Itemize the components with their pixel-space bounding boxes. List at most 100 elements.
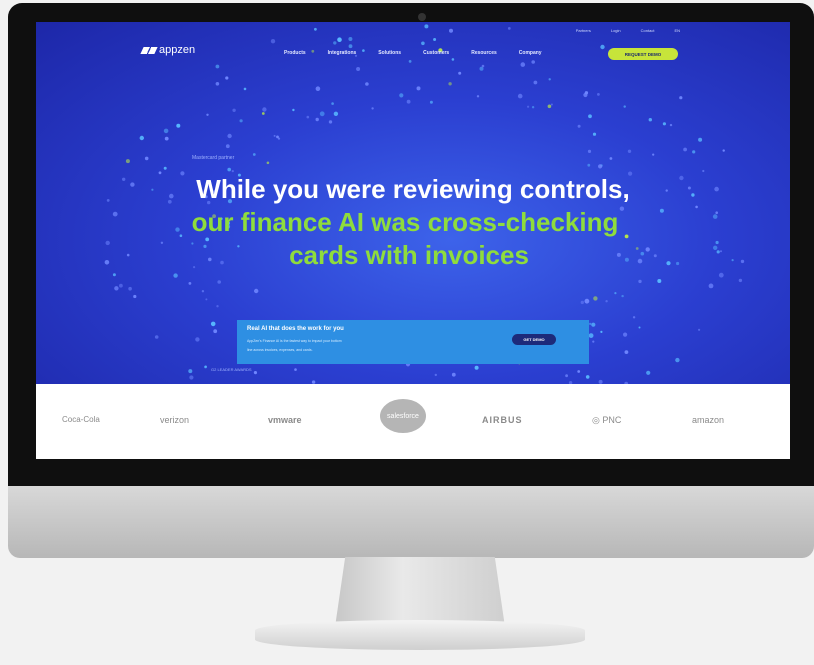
nav-integrations[interactable]: Integrations bbox=[328, 50, 357, 56]
pattern-dot bbox=[356, 67, 361, 71]
monitor-stand-base bbox=[255, 620, 585, 650]
camera-dot bbox=[418, 13, 426, 21]
pattern-dot bbox=[605, 300, 608, 303]
nav-customers[interactable]: Customers bbox=[423, 50, 449, 56]
logo-salesforce: salesforce bbox=[380, 399, 426, 433]
pattern-dot bbox=[632, 316, 636, 319]
hero-headline-line-1: While you were reviewing controls, bbox=[196, 174, 630, 204]
logo-verizon: verizon bbox=[160, 415, 190, 425]
logo-pnc: ◎ PNC bbox=[592, 415, 622, 425]
request-demo-button[interactable]: REQUEST DEMO bbox=[608, 48, 678, 60]
pattern-dot bbox=[261, 112, 265, 115]
pattern-dot bbox=[638, 279, 642, 284]
pattern-dot bbox=[718, 272, 724, 278]
pattern-dot bbox=[139, 135, 144, 141]
pattern-dot bbox=[232, 108, 236, 113]
pattern-dot bbox=[188, 369, 193, 374]
pattern-dot bbox=[587, 149, 592, 153]
pattern-dot bbox=[144, 156, 149, 161]
pattern-dot bbox=[424, 24, 429, 29]
appzen-logo[interactable]: appzen bbox=[140, 44, 195, 56]
top-nav-contact[interactable]: Contact bbox=[641, 28, 655, 33]
top-nav-login[interactable]: Login bbox=[611, 28, 621, 33]
pattern-dot bbox=[708, 283, 714, 289]
pattern-dot bbox=[227, 167, 231, 172]
logo-coca-cola: Coca-Cola bbox=[62, 415, 100, 424]
pattern-dot bbox=[577, 370, 581, 373]
pattern-dot bbox=[217, 280, 221, 284]
pattern-dot bbox=[164, 136, 169, 141]
pattern-dot bbox=[306, 115, 310, 119]
pattern-dot bbox=[213, 329, 218, 334]
pattern-dot bbox=[133, 294, 137, 299]
pattern-dot bbox=[476, 95, 480, 98]
nav-company[interactable]: Company bbox=[519, 50, 542, 56]
pattern-dot bbox=[692, 150, 696, 154]
pattern-dot bbox=[623, 105, 626, 108]
pattern-dot bbox=[201, 290, 205, 293]
pattern-dot bbox=[589, 322, 592, 325]
pattern-dot bbox=[125, 159, 130, 164]
nav-products[interactable]: Products bbox=[284, 50, 306, 56]
pattern-dot bbox=[189, 375, 194, 380]
hero-eyebrow: Mastercard partner bbox=[192, 155, 235, 161]
pattern-dot bbox=[451, 372, 456, 377]
pattern-dot bbox=[479, 66, 484, 71]
monitor-stand-neck bbox=[335, 557, 505, 627]
pattern-dot bbox=[371, 107, 374, 110]
pattern-dot bbox=[173, 273, 178, 278]
pattern-dot bbox=[319, 111, 325, 117]
pattern-dot bbox=[292, 108, 295, 112]
pattern-dot bbox=[227, 133, 232, 139]
appzen-logo-icon bbox=[140, 46, 158, 54]
get-demo-button[interactable]: GET DEMO bbox=[512, 334, 556, 345]
pattern-dot bbox=[416, 86, 421, 91]
logo-amazon: amazon bbox=[692, 415, 725, 425]
pattern-dot bbox=[270, 39, 276, 44]
pattern-dot bbox=[406, 99, 411, 104]
pattern-dot bbox=[584, 91, 589, 95]
pattern-dot bbox=[176, 123, 181, 128]
logo-vmware: vmware bbox=[268, 415, 302, 425]
pattern-dot bbox=[154, 335, 159, 339]
pattern-dot bbox=[163, 128, 169, 134]
banner-title: Real AI that does the work for you bbox=[247, 326, 344, 332]
pattern-dot bbox=[638, 326, 641, 329]
top-nav-language[interactable]: EN bbox=[674, 28, 680, 33]
pattern-dot bbox=[195, 337, 200, 342]
pattern-dot bbox=[273, 134, 276, 137]
pattern-dot bbox=[215, 82, 220, 86]
pattern-dot bbox=[365, 82, 369, 86]
pattern-dot bbox=[337, 37, 342, 42]
nav-solutions[interactable]: Solutions bbox=[378, 50, 401, 56]
pattern-dot bbox=[112, 273, 116, 277]
pattern-dot bbox=[429, 100, 433, 104]
pattern-dot bbox=[698, 137, 703, 142]
pattern-dot bbox=[331, 102, 334, 105]
top-nav-partners[interactable]: Partners bbox=[576, 28, 591, 33]
pattern-dot bbox=[597, 93, 600, 96]
pattern-dot bbox=[592, 132, 597, 136]
pattern-dot bbox=[114, 286, 119, 291]
pattern-dot bbox=[679, 96, 683, 100]
pattern-dot bbox=[648, 118, 652, 122]
pattern-dot bbox=[314, 27, 317, 31]
pattern-dot bbox=[188, 282, 192, 285]
pattern-dot bbox=[662, 122, 667, 126]
pattern-dot bbox=[474, 365, 479, 370]
pattern-dot bbox=[294, 368, 297, 371]
pattern-dot bbox=[702, 169, 705, 173]
pattern-dot bbox=[348, 37, 353, 41]
pattern-dot bbox=[623, 332, 628, 337]
pattern-dot bbox=[627, 149, 632, 153]
pattern-dot bbox=[205, 298, 208, 301]
pattern-dot bbox=[119, 283, 123, 288]
pattern-dot bbox=[533, 80, 538, 85]
pattern-dot bbox=[408, 60, 412, 63]
nav-resources[interactable]: Resources bbox=[471, 50, 497, 56]
banner-description-1: AppZen's Finance AI is the fastest way t… bbox=[247, 339, 342, 343]
pattern-dot bbox=[253, 371, 257, 375]
pattern-dot bbox=[333, 41, 337, 45]
pattern-dot bbox=[609, 157, 613, 160]
pattern-dot bbox=[657, 279, 662, 283]
